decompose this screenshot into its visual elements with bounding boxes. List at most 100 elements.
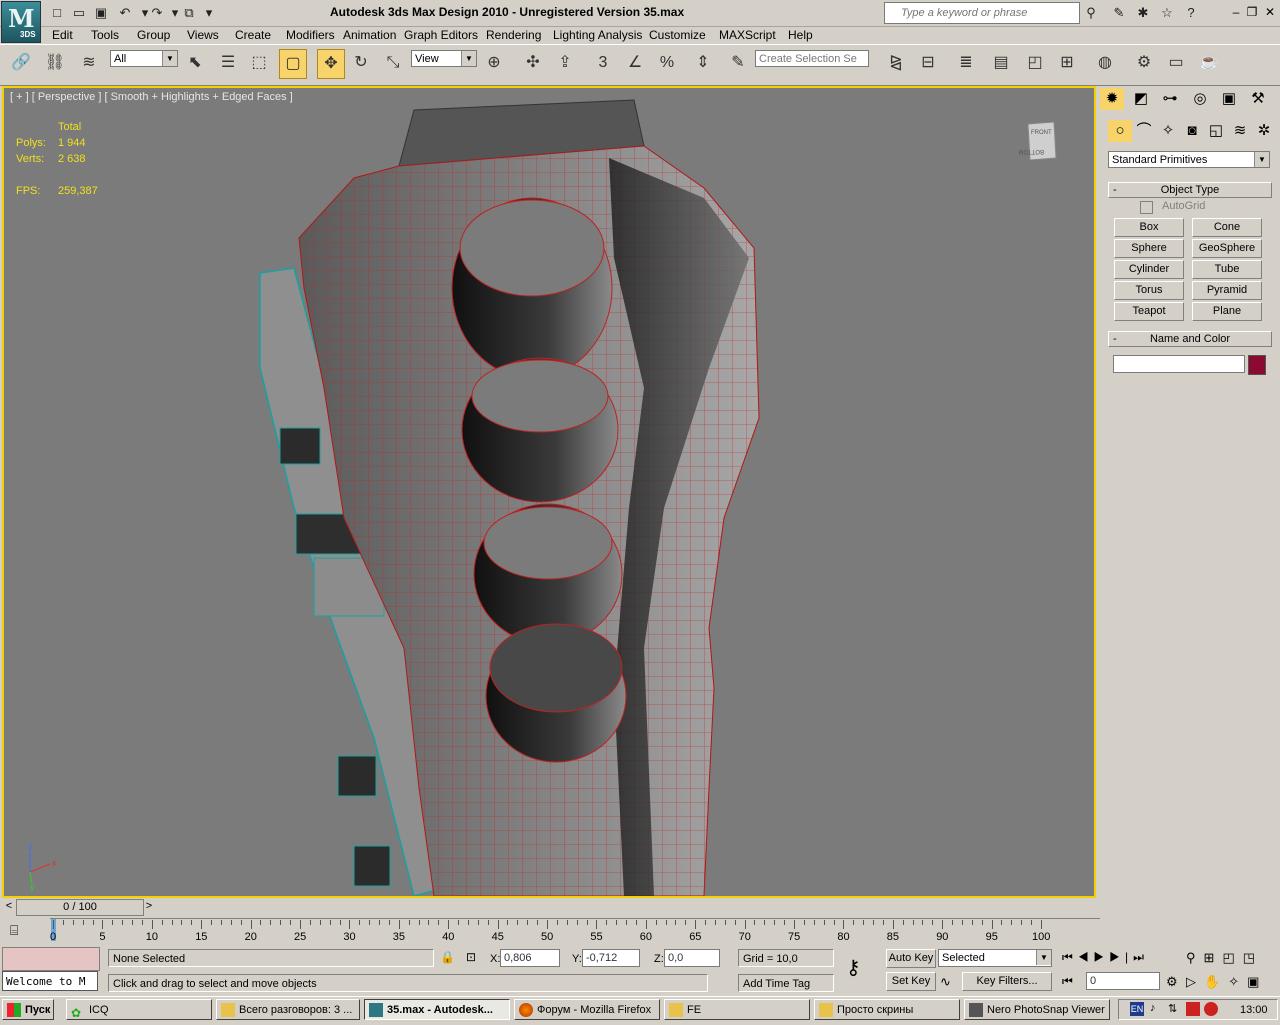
teapot-button[interactable]: Teapot <box>1114 302 1184 321</box>
select-and-link-icon[interactable]: 🔗 <box>8 49 34 77</box>
align-icon[interactable]: ⊟ <box>915 49 941 77</box>
new-file-icon[interactable]: □ <box>48 4 66 21</box>
field-of-view-icon[interactable]: ▷ <box>1186 974 1204 989</box>
menu-help[interactable]: Help <box>788 28 813 42</box>
mirror-icon[interactable]: ⧎ <box>883 49 909 77</box>
go-to-end-icon[interactable]: ⏭ <box>1133 950 1149 964</box>
systems-icon[interactable]: ✲ <box>1252 120 1276 142</box>
box-button[interactable]: Box <box>1114 218 1184 237</box>
trackbar-menu-icon[interactable]: ⌸ <box>10 922 18 939</box>
geosphere-button[interactable]: GeoSphere <box>1192 239 1262 258</box>
select-by-name-icon[interactable]: ☰ <box>215 49 241 77</box>
absolute-mode-icon[interactable]: ⊡ <box>466 950 476 964</box>
time-configuration-icon[interactable]: ⚙ <box>1166 974 1178 990</box>
render-teapot-icon[interactable]: ☕ <box>1196 49 1222 77</box>
spinner-snap-icon[interactable]: ⇕ <box>690 49 716 77</box>
z-coordinate-field[interactable]: 0,0 <box>664 949 720 967</box>
material-editor-icon[interactable]: ◍ <box>1092 49 1118 77</box>
space-warps-icon[interactable]: ≋ <box>1228 120 1252 142</box>
selection-filter-dropdown[interactable]: All ▼ <box>110 50 178 67</box>
menu-group[interactable]: Group <box>137 28 170 42</box>
reference-coordinate-dropdown[interactable]: View ▼ <box>411 50 477 67</box>
help-icon[interactable]: ? <box>1182 4 1200 21</box>
go-to-start-icon[interactable]: ⏮ <box>1062 950 1078 964</box>
modify-tab-icon[interactable]: ◩ <box>1129 88 1153 110</box>
snaps-toggle-icon[interactable]: 3 <box>590 49 616 77</box>
menu-tools[interactable]: Tools <box>91 28 119 42</box>
keyboard-shortcut-toggle-icon[interactable]: ⇪ <box>552 49 578 77</box>
menu-customize[interactable]: Customize <box>649 28 706 42</box>
play-icon[interactable]: ▶ <box>1094 950 1110 964</box>
object-name-field[interactable] <box>1113 355 1245 373</box>
quick-access-dropdown-icon[interactable]: ▾ <box>200 4 218 21</box>
viewport-navigation-2[interactable]: ▷✋✧▣ <box>1186 974 1267 990</box>
select-and-scale-icon[interactable]: ⤡ <box>380 49 406 77</box>
geometry-icon[interactable]: ○ <box>1108 120 1132 142</box>
current-frame-field[interactable]: 0 <box>1086 972 1160 990</box>
render-setup-icon[interactable]: ⚙ <box>1131 49 1157 77</box>
menu-graph-editors[interactable]: Graph Editors <box>404 28 478 42</box>
y-coordinate-field[interactable]: -0,712 <box>582 949 640 967</box>
menu-edit[interactable]: Edit <box>52 28 73 42</box>
cone-button[interactable]: Cone <box>1192 218 1262 237</box>
zoom-all-icon[interactable]: ⊞ <box>1204 950 1223 965</box>
utilities-tab-icon[interactable]: ⚒ <box>1246 88 1270 110</box>
viewcube[interactable]: FRONT BOTTOM <box>1018 121 1057 161</box>
tray-app-icon-2[interactable] <box>1204 1002 1218 1016</box>
key-filters-button[interactable]: Key Filters... <box>962 972 1052 991</box>
zoom-extents-all-icon[interactable]: ◳ <box>1243 950 1263 965</box>
menu-animation[interactable]: Animation <box>343 28 396 42</box>
previous-frame-icon[interactable]: ◀ <box>1078 950 1094 964</box>
auto-key-button[interactable]: Auto Key <box>886 949 936 968</box>
add-time-tag-button[interactable]: Add Time Tag <box>738 974 834 992</box>
project-folder-icon[interactable]: ⧉ <box>180 4 198 21</box>
display-tab-icon[interactable]: ▣ <box>1217 88 1241 110</box>
menu-modifiers[interactable]: Modifiers <box>286 28 335 42</box>
cylinder-button[interactable]: Cylinder <box>1114 260 1184 279</box>
zoom-extents-icon[interactable]: ◰ <box>1222 950 1242 965</box>
open-file-icon[interactable]: ▭ <box>70 4 88 21</box>
orbit-icon[interactable]: ✧ <box>1228 974 1247 989</box>
search-input[interactable] <box>899 6 1073 20</box>
pan-icon[interactable]: ✋ <box>1204 974 1228 989</box>
set-key-button[interactable]: Set Key <box>886 972 936 991</box>
task-3dsmax[interactable]: 35.max - Autodesk... <box>364 999 510 1020</box>
autogrid-checkbox[interactable] <box>1140 201 1153 214</box>
redo-icon[interactable]: ↷ <box>148 4 166 21</box>
tray-network-icon[interactable]: ⇅ <box>1168 1002 1182 1016</box>
schematic-view-icon[interactable]: ⊞ <box>1054 49 1080 77</box>
task-firefox[interactable]: Форум - Mozilla Firefox <box>514 999 660 1020</box>
menu-rendering[interactable]: Rendering <box>486 28 541 42</box>
welcome-field[interactable]: Welcome to M <box>2 971 98 991</box>
perspective-viewport[interactable]: [ + ] [ Perspective ] [ Smooth + Highlig… <box>2 86 1096 898</box>
undo-icon[interactable]: ↶ <box>116 4 134 21</box>
menu-create[interactable]: Create <box>235 28 271 42</box>
time-prev-icon[interactable]: < <box>2 899 16 914</box>
angle-snap-icon[interactable]: ∠ <box>622 49 648 77</box>
search-box[interactable] <box>884 2 1080 24</box>
tray-sound-icon[interactable]: ♪ <box>1150 1002 1164 1016</box>
rectangular-selection-icon[interactable]: ⬚ <box>246 49 272 77</box>
name-color-rollout-header[interactable]: - Name and Color <box>1108 331 1272 347</box>
save-file-icon[interactable]: ▣ <box>92 4 110 21</box>
rendered-frame-window-icon[interactable]: ▭ <box>1163 49 1189 77</box>
playback-controls[interactable]: ⏮◀▶▶|⏭ <box>1062 950 1149 965</box>
communication-icon[interactable]: ✱ <box>1134 4 1152 21</box>
zoom-icon[interactable]: ⚲ <box>1186 950 1204 965</box>
task-screens-folder[interactable]: Просто скрины <box>814 999 960 1020</box>
tube-button[interactable]: Tube <box>1192 260 1262 279</box>
task-nero[interactable]: Nero PhotoSnap Viewer <box>964 999 1110 1020</box>
task-fe-folder[interactable]: FE <box>664 999 810 1020</box>
bind-space-warp-icon[interactable]: ≋ <box>76 49 102 77</box>
select-and-rotate-icon[interactable]: ↻ <box>348 49 374 77</box>
maxscript-listener-mini[interactable] <box>2 947 100 971</box>
favorites-icon[interactable]: ☆ <box>1158 4 1176 21</box>
set-key-icon[interactable]: ⚷ <box>846 955 861 980</box>
curve-editor-icon[interactable]: ◰ <box>1022 49 1048 77</box>
menu-lighting-analysis[interactable]: Lighting Analysis <box>553 28 642 42</box>
object-type-rollout-header[interactable]: - Object Type <box>1108 182 1272 198</box>
category-dropdown[interactable]: Standard Primitives ▼ <box>1108 151 1270 168</box>
default-tangents-icon[interactable]: ∿ <box>940 974 951 990</box>
language-indicator[interactable]: EN <box>1130 1002 1144 1016</box>
lock-icon[interactable]: 🔒 <box>440 950 455 964</box>
